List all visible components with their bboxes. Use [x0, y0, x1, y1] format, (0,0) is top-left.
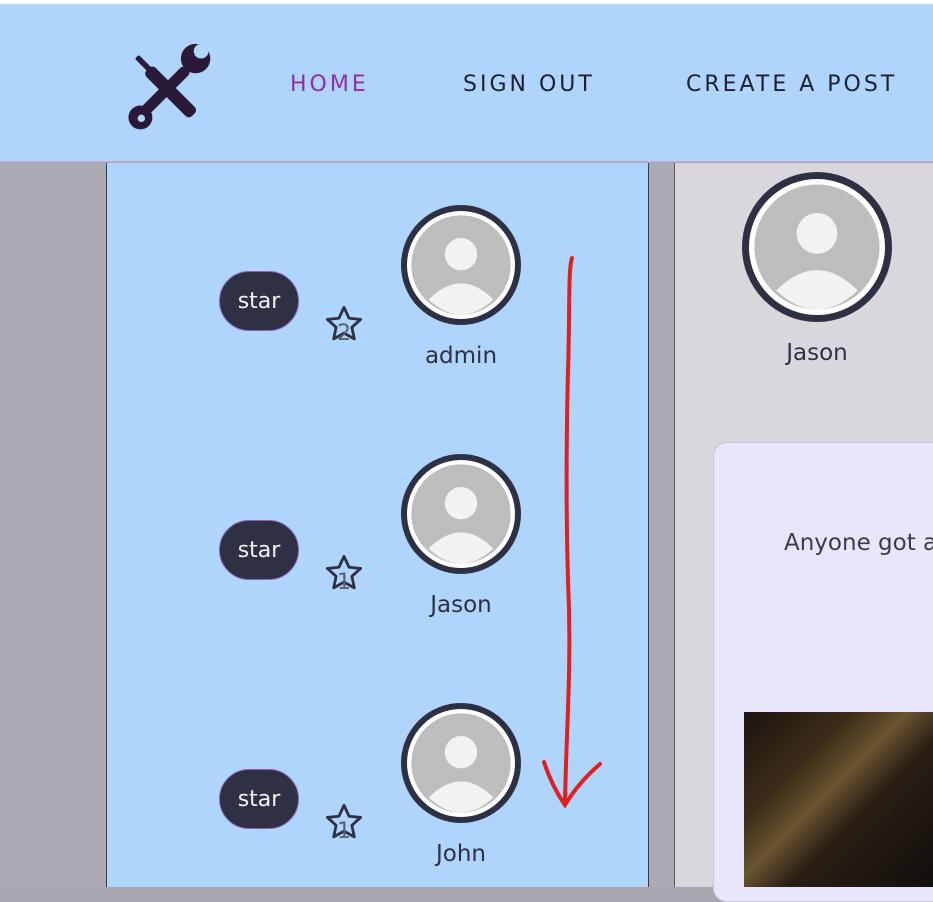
- star-count: 1: [337, 819, 351, 844]
- star-button[interactable]: star: [219, 769, 299, 829]
- default-avatar-icon: [411, 464, 511, 564]
- red-arrow-annotation: [542, 256, 602, 809]
- post-author-name[interactable]: Jason: [742, 340, 892, 366]
- avatar[interactable]: [401, 703, 521, 823]
- star-button[interactable]: star: [219, 271, 299, 331]
- nav-create-post-link[interactable]: CREATE A POST: [686, 72, 897, 97]
- nav-sign-out-link[interactable]: SIGN OUT: [463, 72, 595, 97]
- default-avatar-icon: [411, 713, 511, 813]
- post-text: Anyone got a: [784, 530, 933, 556]
- avatar[interactable]: [401, 454, 521, 574]
- left-gutter: [0, 163, 106, 887]
- username[interactable]: admin: [401, 343, 521, 369]
- avatar[interactable]: [401, 205, 521, 325]
- username[interactable]: John: [401, 841, 521, 867]
- default-avatar-icon: [411, 215, 511, 315]
- post-image[interactable]: [744, 712, 933, 887]
- tools-icon[interactable]: [122, 42, 214, 134]
- star-button[interactable]: star: [219, 520, 299, 580]
- nav-home-link[interactable]: HOME: [290, 72, 369, 97]
- star-count: 1: [337, 570, 351, 595]
- top-navbar: HOME SIGN OUT CREATE A POST: [0, 0, 933, 162]
- panel-divider: [650, 163, 675, 887]
- post-author-avatar[interactable]: [742, 172, 892, 322]
- star-count: 2: [337, 321, 351, 346]
- username[interactable]: Jason: [401, 592, 521, 618]
- default-avatar-icon: [754, 184, 880, 310]
